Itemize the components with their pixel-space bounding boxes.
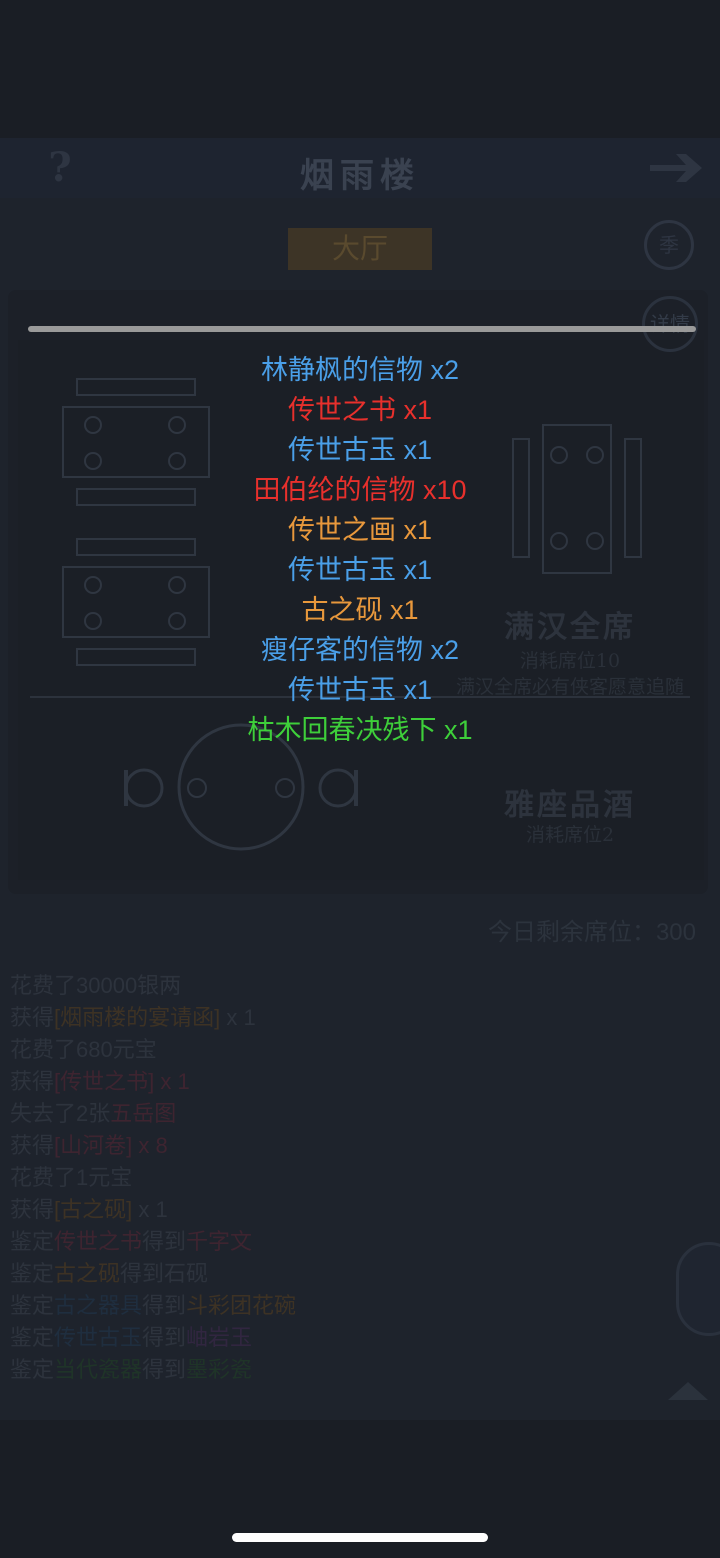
log-line: 鉴定传世之书得到千字文 xyxy=(10,1224,650,1256)
home-indicator[interactable] xyxy=(232,1533,488,1542)
activity-log[interactable]: 花费了30000银两 获得[烟雨楼的宴请函] x 1 花费了680元宝 获得[传世之书… xyxy=(10,968,650,1408)
log-text: 获得 xyxy=(10,1133,55,1158)
log-text: 墨彩瓷 xyxy=(186,1357,253,1382)
log-text: 岫岩玉 xyxy=(186,1325,253,1350)
log-text: 千字文 xyxy=(186,1229,253,1254)
reward-item: 古之砚 x1 xyxy=(301,595,419,625)
log-text: 鉴定 xyxy=(10,1229,55,1254)
log-text: [古之砚] xyxy=(54,1197,133,1222)
log-text: x 1 xyxy=(132,1197,168,1222)
log-text: 鉴定 xyxy=(10,1325,55,1350)
log-text: 古之砚 xyxy=(54,1261,121,1286)
log-text: [传世之书] xyxy=(54,1069,155,1094)
log-text: x 1 xyxy=(220,1005,256,1030)
log-text: x 1 xyxy=(154,1069,190,1094)
reward-item: 林静枫的信物 x2 xyxy=(260,355,460,385)
option-title-private-wine[interactable]: 雅座品酒 xyxy=(470,780,670,824)
log-text: [烟雨楼的宴请函] xyxy=(54,1005,221,1030)
reward-item: 枯木回春决残下 x1 xyxy=(247,715,473,745)
top-blank-area xyxy=(0,0,720,138)
log-text: 失去了2张 xyxy=(10,1101,111,1126)
log-text: 传世古玉 xyxy=(54,1325,143,1350)
log-text: 鉴定 xyxy=(10,1293,55,1318)
log-text: 获得 xyxy=(10,1069,55,1094)
log-text: 得到 xyxy=(142,1293,187,1318)
log-text: 花费了1元宝 xyxy=(10,1165,133,1190)
reward-item: 传世之书 x1 xyxy=(287,395,433,425)
log-text: 鉴定 xyxy=(10,1261,55,1286)
log-line: 获得[山河卷] x 8 xyxy=(10,1128,650,1160)
log-line: 获得[古之砚] x 1 xyxy=(10,1192,650,1224)
details-button[interactable]: 详情 xyxy=(642,296,698,352)
log-text: 当代瓷器 xyxy=(54,1357,143,1382)
reward-item: 传世之画 x1 xyxy=(287,515,433,545)
log-text: 得到 xyxy=(142,1229,187,1254)
season-icon[interactable]: 季 xyxy=(644,220,694,270)
log-line: 获得[传世之书] x 1 xyxy=(10,1064,650,1096)
log-text: 得到 xyxy=(142,1357,187,1382)
log-line: 鉴定古之器具得到斗彩团花碗 xyxy=(10,1288,650,1320)
log-line: 鉴定传世古玉得到岫岩玉 xyxy=(10,1320,650,1352)
log-text: 获得 xyxy=(10,1005,55,1030)
log-text: 得到石砚 xyxy=(120,1261,209,1286)
reward-item: 田伯纶的信物 x10 xyxy=(253,475,467,505)
remaining-seats-label: 今日剩余席位：300 xyxy=(487,919,696,946)
reward-item: 传世古玉 x1 xyxy=(287,675,433,705)
arrow-right-icon[interactable] xyxy=(646,150,706,186)
reward-item: 传世古玉 x1 xyxy=(287,435,433,465)
log-text: x 8 xyxy=(132,1133,168,1158)
log-line: 花费了30000银两 xyxy=(10,968,650,1000)
log-text: 获得 xyxy=(10,1197,55,1222)
log-text: 花费了30000银两 xyxy=(10,973,182,998)
reward-item: 传世古玉 x1 xyxy=(287,555,433,585)
log-text: 得到 xyxy=(142,1325,187,1350)
log-line: 获得[烟雨楼的宴请函] x 1 xyxy=(10,1000,650,1032)
reward-list: 林静枫的信物 x2 传世之书 x1 传世古玉 x1 田伯纶的信物 x10 传世之画 x1… xyxy=(0,348,720,748)
side-scroll-icon[interactable] xyxy=(676,1242,720,1336)
reward-item: 瘦仔客的信物 x2 xyxy=(260,635,460,665)
log-text: 花费了680元宝 xyxy=(10,1037,157,1062)
log-text: 五岳图 xyxy=(110,1101,177,1126)
log-line: 鉴定当代瓷器得到墨彩瓷 xyxy=(10,1352,650,1384)
scroll-up-icon[interactable] xyxy=(666,1378,710,1402)
tab-hall[interactable]: 大厅 xyxy=(288,228,432,270)
log-text: 古之器具 xyxy=(54,1293,143,1318)
option-cost-private-wine: 消耗席位2 xyxy=(525,824,615,846)
log-line: 花费了680元宝 xyxy=(10,1032,650,1064)
log-text: [山河卷] xyxy=(54,1133,133,1158)
log-line: 鉴定古之砚得到石砚 xyxy=(10,1256,650,1288)
log-text: 传世之书 xyxy=(54,1229,143,1254)
log-text: 鉴定 xyxy=(10,1357,55,1382)
log-text: 斗彩团花碗 xyxy=(186,1293,297,1318)
log-line: 失去了2张五岳图 xyxy=(10,1096,650,1128)
log-line: 花费了1元宝 xyxy=(10,1160,650,1192)
popup-divider xyxy=(28,326,696,332)
page-title: 烟雨楼 xyxy=(300,156,420,196)
